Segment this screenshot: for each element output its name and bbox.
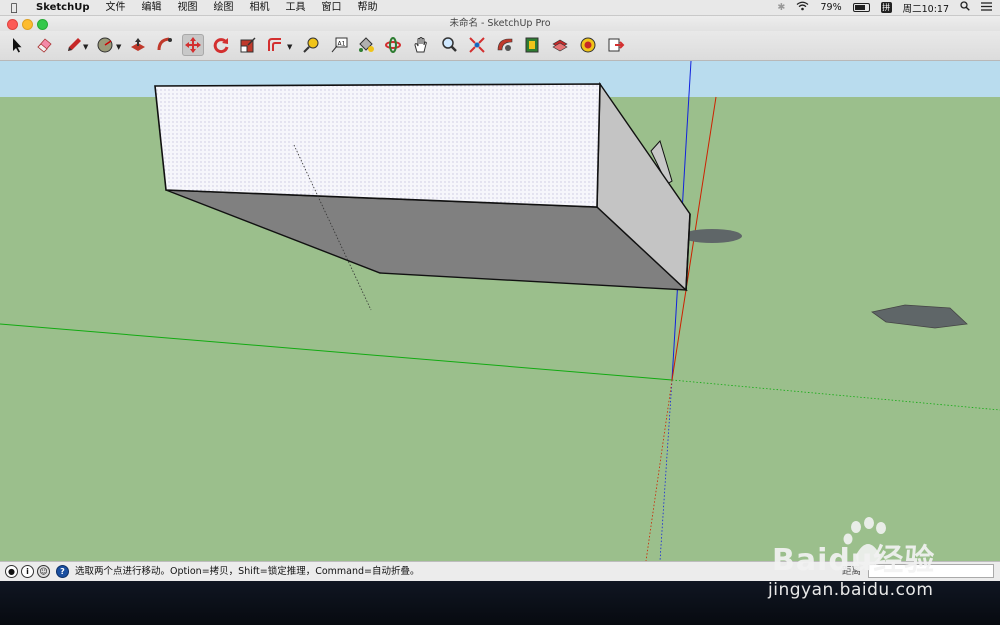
menu-app-name[interactable]: SketchUp	[28, 0, 97, 15]
send-to-layout-icon[interactable]	[605, 34, 627, 56]
close-window-icon[interactable]	[7, 19, 18, 30]
paint-bucket-tool-icon[interactable]	[355, 34, 377, 56]
eraser-tool-icon[interactable]	[33, 34, 55, 56]
box-top-face	[154, 83, 601, 208]
menu-window[interactable]: 窗口	[313, 0, 349, 15]
zoom-tool-icon[interactable]	[438, 34, 460, 56]
move-tool-icon[interactable]	[182, 34, 204, 56]
svg-text:A1: A1	[338, 41, 346, 48]
3d-warehouse-icon[interactable]	[494, 34, 516, 56]
menu-bar:  SketchUp 文件 编辑 视图 绘图 相机 工具 窗口 帮助 ✱ 79%…	[0, 0, 1000, 16]
menu-edit[interactable]: 编辑	[133, 0, 169, 15]
menu-view[interactable]: 视图	[169, 0, 205, 15]
menu-camera[interactable]: 相机	[241, 0, 277, 15]
pencil-dropdown-chevron-down-icon[interactable]: ▼	[83, 43, 88, 51]
minimize-window-icon[interactable]	[22, 19, 33, 30]
scene-canvas[interactable]	[0, 61, 1000, 561]
scenes-icon[interactable]	[577, 34, 599, 56]
clock[interactable]: 周二10:17	[903, 1, 949, 15]
box-shadow-ellipse	[682, 229, 742, 243]
notification-center-icon[interactable]	[981, 1, 992, 14]
shape-dropdown-chevron-down-icon[interactable]: ▼	[116, 43, 121, 51]
wifi-icon[interactable]	[796, 1, 809, 14]
rotate-tool-icon[interactable]	[210, 34, 232, 56]
input-method-icon[interactable]: 拼	[880, 2, 892, 13]
offset-tool-icon[interactable]	[264, 34, 286, 56]
watermark-url: jingyan.baidu.com	[768, 580, 934, 600]
status-message: 选取两个点进行移动。Option=拷贝，Shift=锁定推理，Command=自…	[75, 566, 420, 577]
model-viewport[interactable]	[0, 61, 1000, 561]
pencil-tool-icon[interactable]	[63, 34, 85, 56]
layout-icon[interactable]	[549, 34, 571, 56]
window-titlebar[interactable]: 未命名 - SketchUp Pro	[0, 16, 1000, 31]
menu-help[interactable]: 帮助	[349, 0, 385, 15]
menu-tools[interactable]: 工具	[277, 0, 313, 15]
main-toolbar: ▼ ▼ ▼ A1	[0, 31, 1000, 61]
select-tool-icon[interactable]	[6, 34, 28, 56]
offset-dropdown-chevron-down-icon[interactable]: ▼	[287, 43, 292, 51]
text-tool-icon[interactable]: A1	[328, 34, 350, 56]
spotlight-search-icon[interactable]	[960, 1, 970, 14]
push-pull-tool-icon[interactable]	[127, 34, 149, 56]
menu-file[interactable]: 文件	[97, 0, 133, 15]
window-title: 未命名 - SketchUp Pro	[449, 18, 551, 29]
pan-hand-tool-icon[interactable]	[410, 34, 432, 56]
follow-me-tool-icon[interactable]	[154, 34, 176, 56]
menu-status-area: ✱ 79% 拼 周二10:17	[778, 0, 992, 15]
scale-tool-icon[interactable]	[237, 34, 259, 56]
help-icon[interactable]: ?	[56, 565, 69, 578]
extension-warehouse-icon[interactable]	[521, 34, 543, 56]
watermark-brand: Baidu经验	[772, 543, 936, 578]
bluetooth-icon[interactable]: ✱	[778, 2, 786, 13]
menu-draw[interactable]: 绘图	[205, 0, 241, 15]
battery-percent: 79%	[820, 2, 842, 13]
tape-measure-tool-icon[interactable]	[300, 34, 322, 56]
orbit-tool-icon[interactable]	[382, 34, 404, 56]
apple-icon[interactable]: 	[0, 1, 28, 14]
zoom-extents-tool-icon[interactable]	[466, 34, 488, 56]
battery-icon[interactable]	[852, 3, 870, 12]
credits-info-icon[interactable]: i	[21, 565, 34, 578]
user-account-icon[interactable]: ☺	[37, 565, 50, 578]
circle-tool-icon[interactable]	[94, 34, 116, 56]
zoom-window-icon[interactable]	[37, 19, 48, 30]
geo-location-icon[interactable]: ●	[5, 565, 18, 578]
